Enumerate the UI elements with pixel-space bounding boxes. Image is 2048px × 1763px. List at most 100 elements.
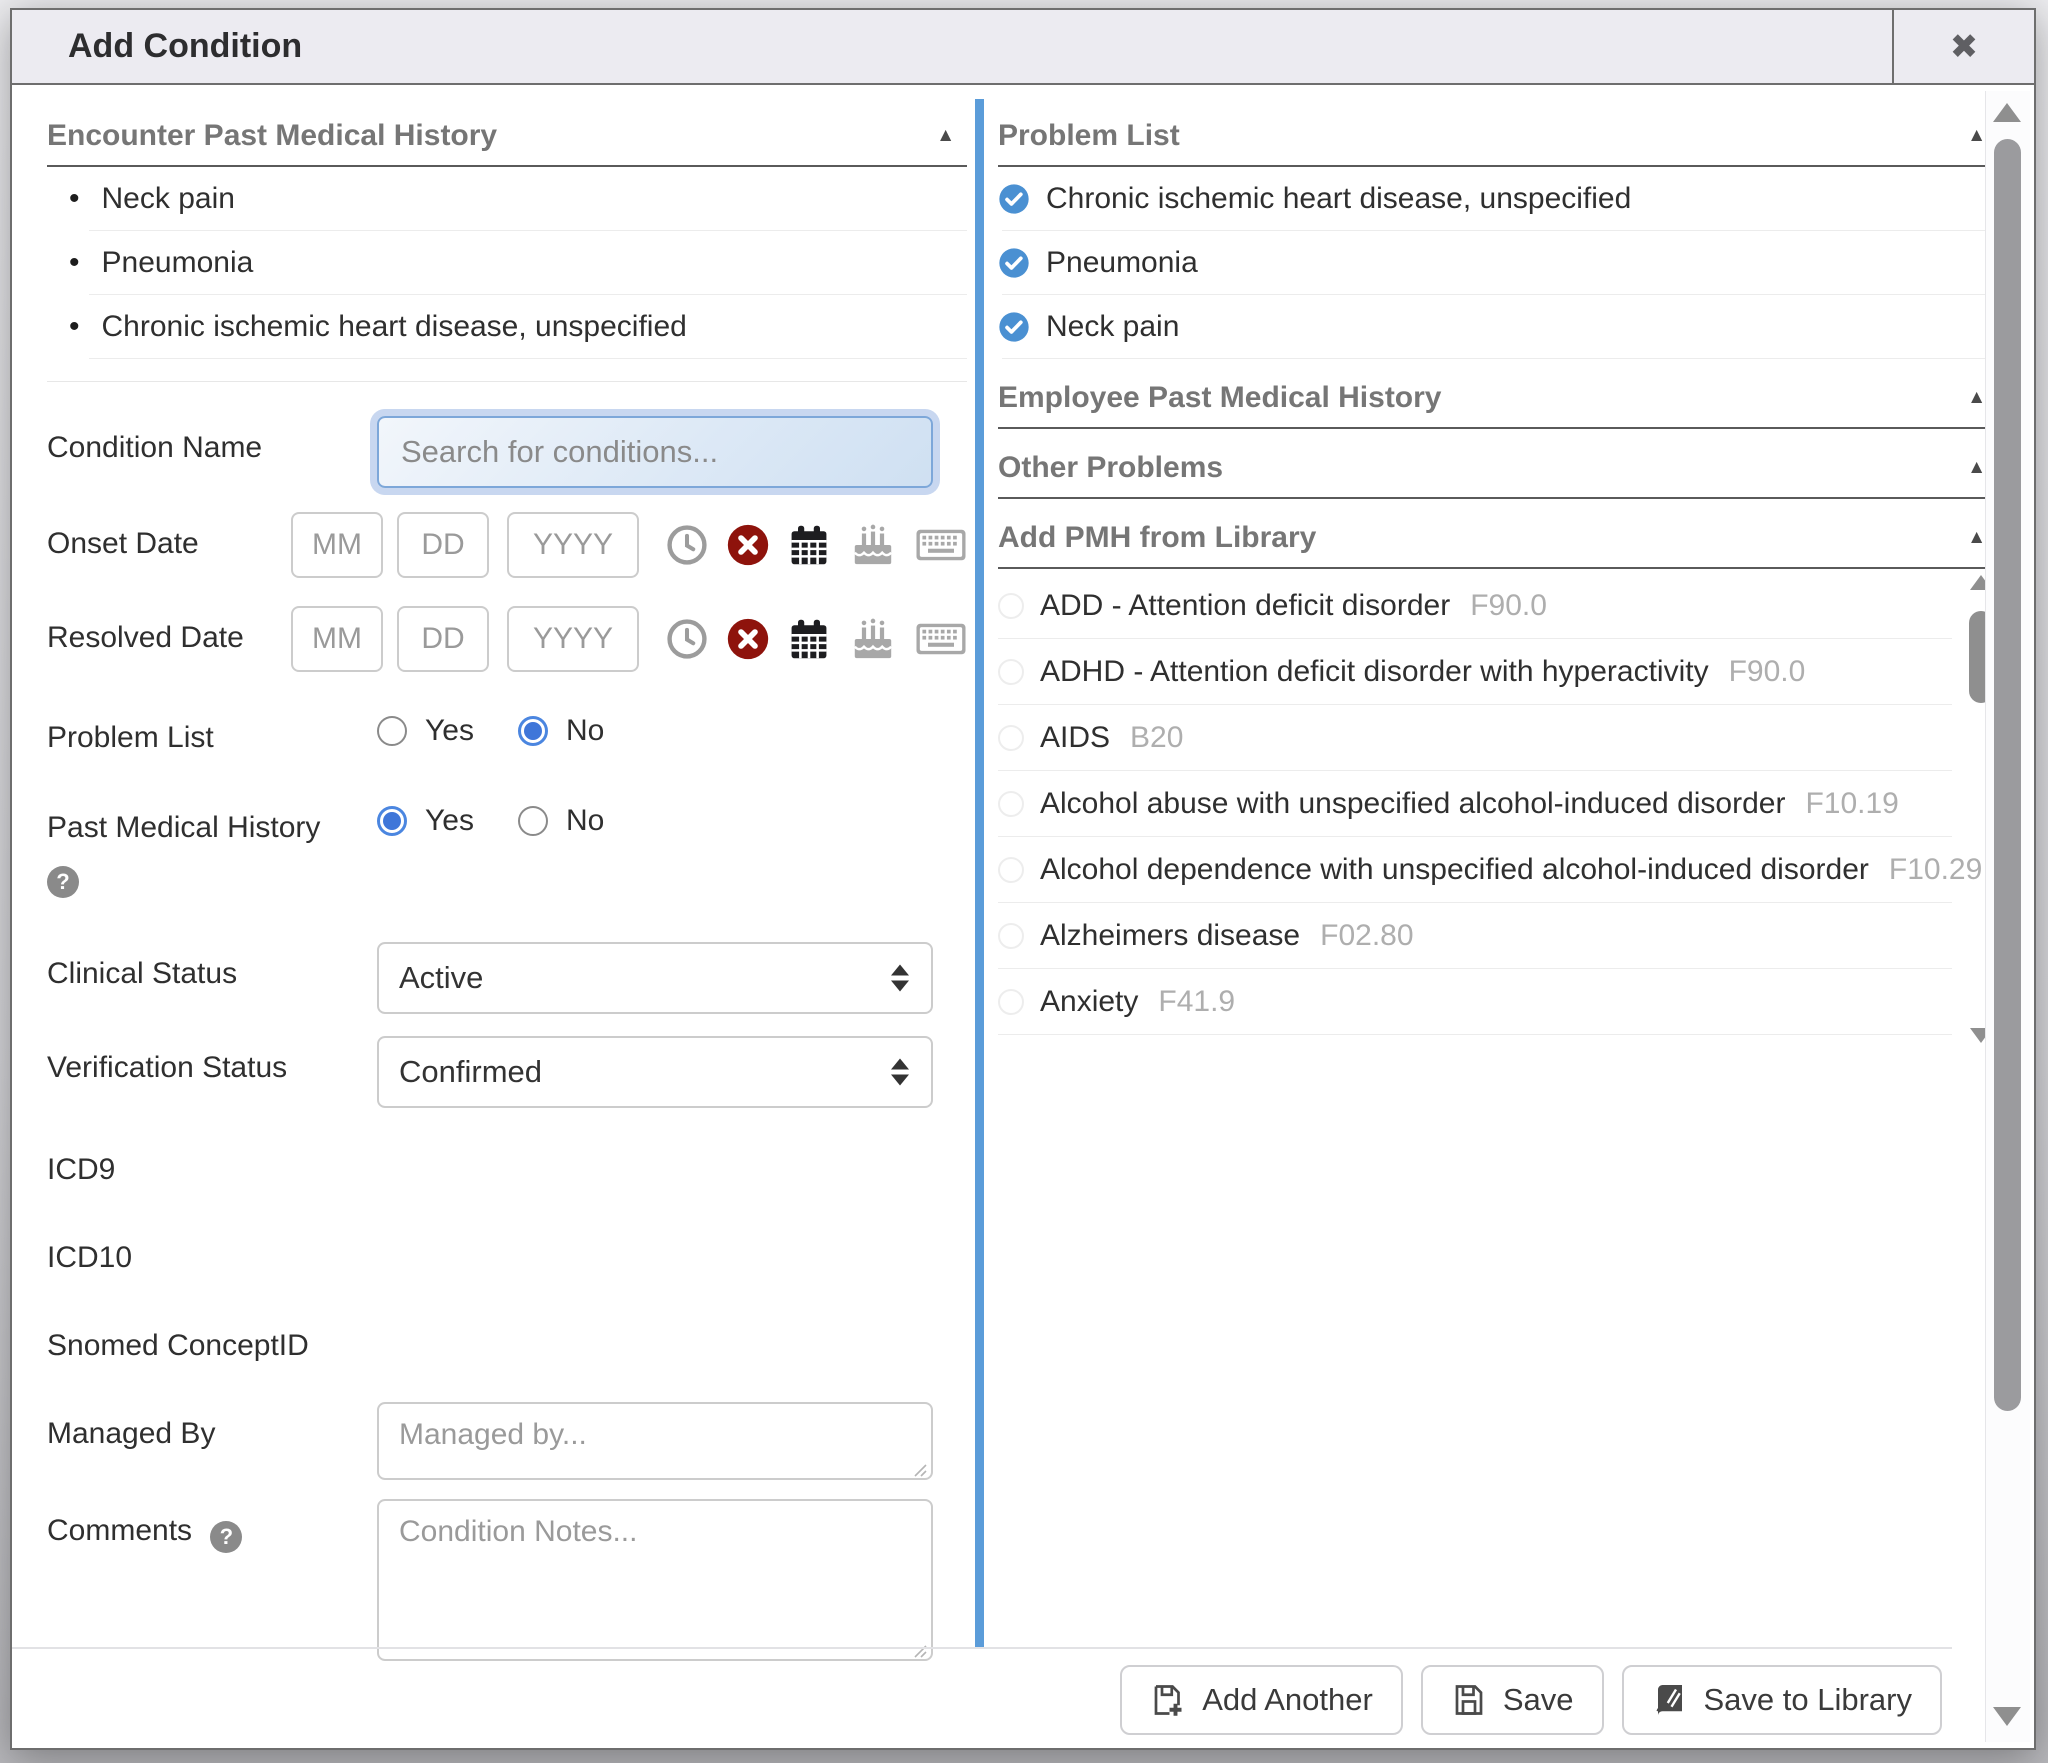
clinical-status-select[interactable]: Active [377,942,933,1014]
current-time-icon[interactable] [665,523,709,567]
past-medical-history-row: Past Medical History ? Yes No [47,796,967,898]
right-panel: Problem List ▲ Chronic ischemic heart di… [998,85,1998,1051]
library-item[interactable]: Alzheimers disease F02.80 [998,903,1952,969]
clinical-status-label: Clinical Status [47,942,377,992]
help-icon[interactable]: ? [47,866,79,898]
save-button[interactable]: Save [1421,1665,1604,1735]
library-item-code: F90.0 [1729,655,1806,689]
library-item-radio[interactable] [998,989,1024,1015]
keyboard-entry-icon[interactable] [915,621,967,657]
problem-list-yes-label: Yes [425,714,474,748]
library-item[interactable]: Anxiety F41.9 [998,969,1952,1035]
onset-month-input[interactable] [291,512,383,578]
employee-pmh-section: Employee Past Medical History ▲ [998,381,1998,429]
section-rule [998,427,1998,429]
onset-date-label: Onset Date [47,512,291,562]
library-item[interactable]: ADD - Attention deficit disorder F90.0 [998,573,1952,639]
problem-item-label: Neck pain [1046,310,1179,344]
pmh-no-label: No [566,804,604,838]
past-medical-history-label-text: Past Medical History [47,811,320,844]
verification-status-row: Verification Status Confirmed [47,1036,967,1108]
panel-divider [975,99,984,1647]
birthday-cake-icon[interactable] [848,616,898,662]
add-another-label: Add Another [1202,1682,1373,1718]
problem-list-item[interactable]: Chronic ischemic heart disease, unspecif… [998,167,1998,231]
problem-list-items: Chronic ischemic heart disease, unspecif… [998,167,1998,359]
pmh-no-radio[interactable] [518,806,548,836]
save-icon [1451,1682,1487,1718]
onset-year-input[interactable] [507,512,639,578]
library-item-name: ADD - Attention deficit disorder [1040,589,1450,623]
clinical-status-row: Clinical Status Active [47,942,967,1014]
help-icon[interactable]: ? [210,1521,242,1553]
comments-row: Comments ? [47,1499,967,1666]
modal-scrollbar[interactable] [1985,91,2030,1742]
clear-date-icon[interactable] [726,617,770,661]
verification-status-value: Confirmed [379,1054,931,1090]
other-problems-title: Other Problems [998,451,1223,485]
check-circle-icon [998,183,1030,215]
library-item-radio[interactable] [998,923,1024,949]
library-item[interactable]: Alcohol dependence with unspecified alco… [998,837,1952,903]
icd10-label: ICD10 [47,1226,377,1276]
scroll-down-icon[interactable] [1993,1707,2021,1726]
onset-day-input[interactable] [397,512,489,578]
check-circle-icon [998,247,1030,279]
resolved-day-input[interactable] [397,606,489,672]
snomed-label: Snomed ConceptID [47,1314,377,1364]
managed-by-textarea[interactable] [377,1402,933,1480]
clear-date-icon[interactable] [726,523,770,567]
pmh-list-item: • Neck pain [47,167,967,231]
library-item-radio[interactable] [998,593,1024,619]
library-item-code: B20 [1130,721,1183,755]
library-item-name: Alcohol abuse with unspecified alcohol-i… [1040,787,1785,821]
modal-title: Add Condition [12,27,1892,66]
bullet-icon: • [69,310,80,344]
calendar-icon[interactable] [787,522,831,568]
resolved-month-input[interactable] [291,606,383,672]
save-label: Save [1503,1682,1574,1718]
add-pmh-library-title: Add PMH from Library [998,521,1316,555]
pmh-yes-label: Yes [425,804,474,838]
library-item-name: Anxiety [1040,985,1138,1019]
library-item[interactable]: AIDS B20 [998,705,1952,771]
book-icon [1652,1682,1688,1718]
resolved-year-input[interactable] [507,606,639,672]
verification-status-select[interactable]: Confirmed [377,1036,933,1108]
problem-list-yes-radio[interactable] [377,716,407,746]
pmh-yes-radio[interactable] [377,806,407,836]
pmh-item-label: Neck pain [102,182,235,216]
left-panel: Encounter Past Medical History ▲ • Neck … [47,85,967,1666]
save-to-library-button[interactable]: Save to Library [1622,1665,1943,1735]
pmh-item-label: Pneumonia [102,246,254,280]
problem-list-title: Problem List [998,119,1180,153]
library-item-radio[interactable] [998,791,1024,817]
current-time-icon[interactable] [665,617,709,661]
scroll-up-icon[interactable] [1993,103,2021,122]
birthday-cake-icon[interactable] [848,522,898,568]
library-item[interactable]: Alcohol abuse with unspecified alcohol-i… [998,771,1952,837]
problem-list-item[interactable]: Pneumonia [998,231,1998,295]
comments-textarea[interactable] [377,1499,933,1661]
library-item-radio[interactable] [998,725,1024,751]
caret-up-icon[interactable]: ▲ [936,125,967,147]
library-item[interactable]: ADHD - Attention deficit disorder with h… [998,639,1952,705]
clinical-status-value: Active [379,960,931,996]
keyboard-entry-icon[interactable] [915,527,967,563]
problem-list-no-label: No [566,714,604,748]
close-button[interactable]: ✖ [1892,10,2034,83]
library-item-name: ADHD - Attention deficit disorder with h… [1040,655,1709,689]
onset-date-row: Onset Date [47,512,967,578]
scrollbar-thumb[interactable] [1994,139,2021,1411]
calendar-icon[interactable] [787,616,831,662]
encounter-pmh-title: Encounter Past Medical History [47,119,497,153]
problem-list-no-radio[interactable] [518,716,548,746]
condition-search-input[interactable] [377,416,933,488]
employee-pmh-title: Employee Past Medical History [998,381,1442,415]
footer-actions: Add Another Save Save to Library [1120,1665,1942,1735]
add-another-button[interactable]: Add Another [1120,1665,1403,1735]
library-item-radio[interactable] [998,857,1024,883]
divider [47,381,967,382]
library-item-radio[interactable] [998,659,1024,685]
problem-list-item[interactable]: Neck pain [998,295,1998,359]
